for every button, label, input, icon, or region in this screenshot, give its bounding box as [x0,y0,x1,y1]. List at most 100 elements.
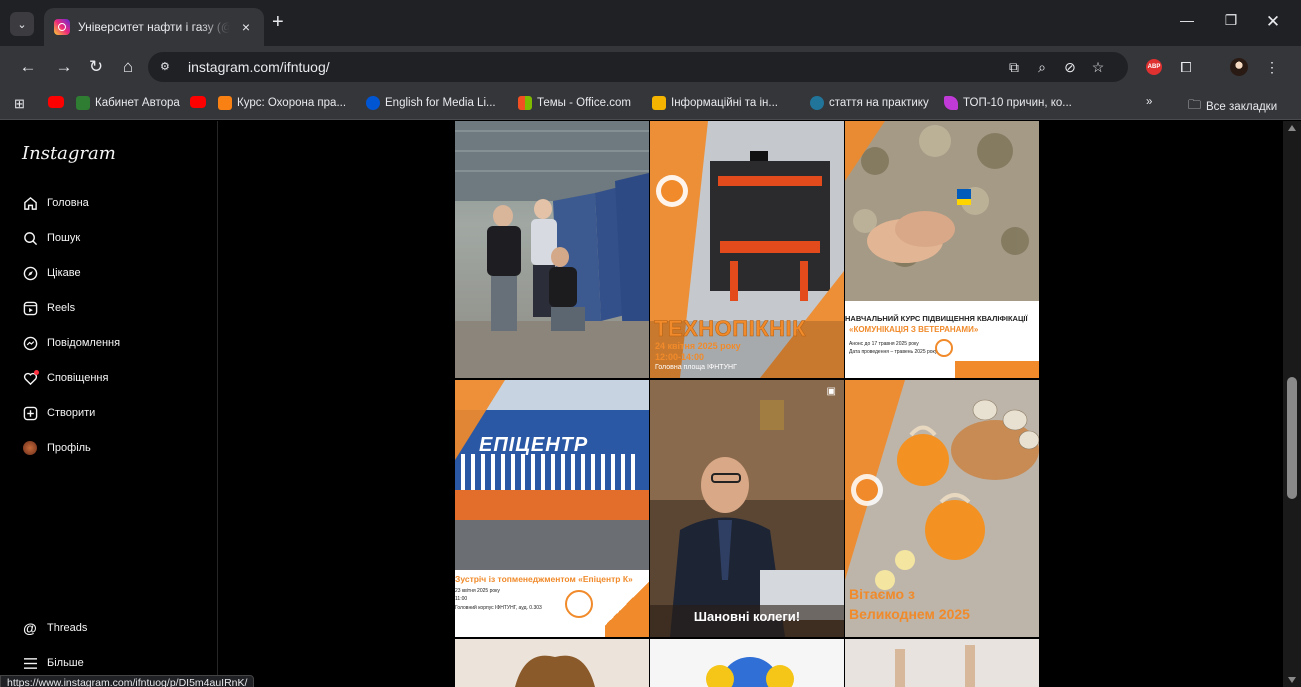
epicentr-time: 11:00 [455,596,468,602]
url-text: instagram.com/ifntuog/ [188,59,330,75]
plus-square-icon [22,405,38,421]
post-course-veterans[interactable]: НАВЧАЛЬНИЙ КУРС ПІДВИЩЕННЯ КВАЛІФІКАЦІЇ … [845,121,1039,378]
bookmark-4[interactable]: Темы - Office.com [518,96,631,110]
all-bookmarks-button[interactable]: 🗀 Все закладки [1188,96,1277,118]
nav-reels[interactable]: Reels [22,300,75,316]
post-row3-3[interactable] [845,639,1039,687]
epicentr-place: Головний корпус ІФНТУНГ, ауд. 0.303 [455,605,542,611]
youtube-bookmark-2[interactable] [190,96,206,108]
tab-close-icon[interactable]: × [238,19,254,35]
nav-profile[interactable]: Профіль [22,440,91,456]
search-icon [22,230,38,246]
post-easter[interactable]: Вітаємо з Великоднем 2025 [845,380,1039,637]
rector-photo [650,380,844,637]
colleagues-caption: Шановні колеги! [693,609,801,624]
tech-date: 24 квітня 2025 року [655,341,741,351]
bookmark-7[interactable]: ТОП-10 причин, ко... [944,96,1072,110]
forward-icon[interactable]: → [52,55,76,79]
university-emblem [565,590,593,618]
site-settings-icon[interactable]: ⚙ [160,59,176,75]
tab-title: Університет нафти і газу (@ifntuog) [78,20,230,34]
eye-off-icon[interactable]: ⊘ [1060,57,1080,77]
feather-icon [944,96,958,110]
reels-icon [22,300,38,316]
uniform-photo [845,121,1039,301]
post-row3-2[interactable] [650,639,844,687]
moodle-icon [218,96,232,110]
reload-icon[interactable]: ↻ [84,55,108,79]
post-solar-panels[interactable] [455,121,649,378]
course-line-2: Дата проведення – травень 2025 року [849,349,938,355]
bookmarks-bar: ⊞ Кабинет Автора Курс: Охорона пра... En… [0,88,1301,120]
instagram-page: Instagram Головна Пошук Цікаве Reels Пов… [0,121,1301,687]
coursera-icon [366,96,380,110]
tab-instagram[interactable]: Університет нафти і газу (@ifntuog) × [44,8,264,46]
compass-icon [22,265,38,281]
address-bar[interactable]: ⚙ instagram.com/ifntuog/ ⧉ ⌕ ⊘ ☆ [148,52,1128,82]
course-line-1: Анонс до 17 травня 2025 року [849,341,919,347]
minimize-icon[interactable]: — [1172,12,1202,28]
extensions-icon[interactable]: ⧠ [1176,57,1196,77]
instagram-logo[interactable]: Instagram [22,143,116,164]
notification-dot [34,370,39,375]
scroll-down-icon[interactable] [1288,677,1296,683]
bookmark-3[interactable]: English for Media Li... [366,96,496,110]
epicentr-date: 23 квітня 2025 року [455,588,500,594]
bookmark-5[interactable]: Інформаційні та ін... [652,96,778,110]
nav-create[interactable]: Створити [22,405,95,421]
easter-line-1: Вітаємо з [849,586,915,602]
ig-sidebar: Instagram Головна Пошук Цікаве Reels Пов… [0,121,218,687]
nav-notifications[interactable]: Сповіщення [22,370,108,386]
nav-home[interactable]: Головна [22,195,89,211]
nav-search[interactable]: Пошук [22,230,80,246]
post-colleagues[interactable]: ▣ Шановні колеги! [650,380,844,637]
nav-threads[interactable]: @ Threads [22,620,87,636]
nav-explore[interactable]: Цікаве [22,265,81,281]
bookmark-star-icon[interactable]: ☆ [1088,57,1108,77]
bookmark-6[interactable]: стаття на практику [810,96,929,110]
more-bookmarks-icon[interactable]: » [1146,96,1152,108]
tab-search-chevron-icon[interactable]: ⌄ [10,12,34,36]
adblock-icon[interactable]: ABP [1146,59,1162,75]
zoom-icon[interactable]: ⌕ [1032,57,1052,77]
wordpress-icon [810,96,824,110]
solar-photo [455,121,649,378]
reel-icon: ▣ [826,386,836,397]
post-row3-1[interactable] [455,639,649,687]
threads-icon: @ [23,620,37,636]
restore-icon[interactable]: ❐ [1216,12,1246,29]
folder-page-icon [652,96,666,110]
university-emblem [935,339,953,357]
bookmark-1[interactable]: Кабинет Автора [76,96,180,110]
folder-icon: 🗀 [1188,97,1202,112]
messenger-icon [22,335,38,351]
scroll-up-icon[interactable] [1288,125,1296,131]
course-sub: «КОМУНІКАЦІЯ З ВЕТЕРАНАМИ» [849,325,979,334]
epicentr-building-photo [455,380,649,570]
status-url: https://www.instagram.com/ifntuog/p/DI5m… [0,675,255,687]
nav-messages[interactable]: Повідомлення [22,335,120,351]
profile-avatar[interactable] [1230,58,1248,76]
home-page-icon[interactable]: ⌂ [116,55,140,79]
hamburger-menu-icon [22,655,38,671]
tech-time: 12:00-14:00 [655,352,705,362]
close-window-icon[interactable]: ✕ [1258,12,1288,32]
illustration-photo [650,639,844,687]
back-icon[interactable]: ← [16,55,40,79]
orange-stripe [955,361,1039,378]
post-epicentr[interactable]: ЕПІЦЕНТР Зустріч із топменеджментом «Епі… [455,380,649,637]
scroll-thumb[interactable] [1287,377,1297,499]
youtube-bookmark[interactable] [48,96,64,108]
post-technopiknik[interactable]: ТЕХНОПІКНІК 24 квітня 2025 року 12:00-14… [650,121,844,378]
nav-more[interactable]: Більше [22,655,84,671]
bookmark-2[interactable]: Курс: Охорона пра... [218,96,346,110]
instagram-favicon-icon [54,19,70,35]
home-icon [22,195,38,211]
page-scrollbar[interactable] [1283,121,1301,687]
apps-grid-icon[interactable]: ⊞ [14,96,25,112]
course-title: НАВЧАЛЬНИЙ КУРС ПІДВИЩЕННЯ КВАЛІФІКАЦІЇ [845,314,1028,323]
office-icon [518,96,532,110]
new-tab-button[interactable]: + [272,12,284,32]
menu-kebab-icon[interactable]: ⋮ [1262,57,1282,77]
install-app-icon[interactable]: ⧉ [1004,57,1024,77]
